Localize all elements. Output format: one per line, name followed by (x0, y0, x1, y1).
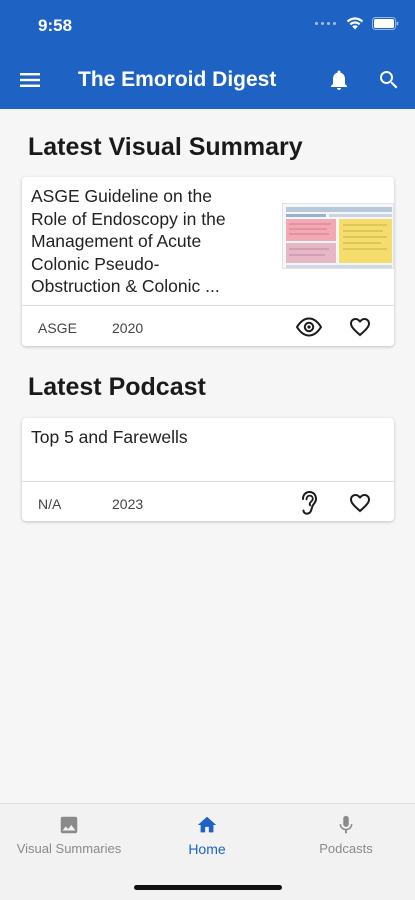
visual-summary-year: 2020 (112, 320, 144, 336)
nav-tab-home[interactable]: Home (138, 814, 276, 857)
visual-summary-card[interactable]: ASGE Guideline on the Role of Endoscopy … (22, 177, 394, 346)
visual-summary-source: ASGE (38, 320, 77, 336)
favorite-podcast-button[interactable] (346, 489, 374, 517)
visual-summary-divider (22, 305, 394, 306)
podcast-source: N/A (38, 496, 62, 512)
home-indicator (134, 885, 282, 890)
heart-outline-icon (350, 318, 370, 337)
image-icon (60, 816, 78, 834)
wifi-icon (346, 17, 364, 30)
heart-outline-icon (350, 494, 370, 513)
signal-dots-icon (315, 22, 336, 25)
battery-icon (372, 17, 399, 30)
podcast-section-title: Latest Podcast (28, 373, 206, 401)
view-summary-button[interactable] (295, 313, 323, 341)
search-icon (380, 71, 398, 89)
nav-label-visual-summaries: Visual Summaries (16, 841, 122, 856)
bell-icon (331, 70, 347, 90)
eye-icon (295, 317, 323, 337)
hamburger-menu-icon (20, 73, 40, 87)
home-icon (197, 816, 217, 833)
search-button[interactable] (377, 68, 401, 92)
app-bar: 9:58 The Emoroid Digest (0, 0, 415, 109)
podcast-title: Top 5 and Farewells (31, 427, 188, 447)
infographic-thumbnail-image (283, 204, 393, 268)
menu-button[interactable] (18, 68, 44, 92)
status-time: 9:58 (38, 16, 73, 35)
nav-tab-visual-summaries[interactable]: Visual Summaries (0, 814, 138, 856)
visual-summary-title: ASGE Guideline on the Role of Endoscopy … (31, 186, 226, 296)
nav-tab-podcasts[interactable]: Podcasts (277, 814, 415, 856)
microphone-icon (339, 815, 353, 834)
visual-summary-thumbnail[interactable] (282, 203, 394, 269)
nav-label-home: Home (188, 841, 226, 857)
podcast-year: 2023 (112, 496, 144, 512)
nav-label-podcasts: Podcasts (319, 841, 373, 856)
listen-podcast-button[interactable] (295, 489, 323, 517)
app-title: The Emoroid Digest (78, 68, 277, 91)
favorite-summary-button[interactable] (346, 313, 374, 341)
podcast-card[interactable]: Top 5 and Farewells N/A 2023 (22, 418, 394, 521)
visual-summary-section-title: Latest Visual Summary (28, 133, 303, 161)
podcast-divider (22, 481, 394, 482)
notifications-button[interactable] (327, 68, 351, 92)
ear-icon (302, 490, 318, 515)
status-icons (315, 17, 399, 30)
